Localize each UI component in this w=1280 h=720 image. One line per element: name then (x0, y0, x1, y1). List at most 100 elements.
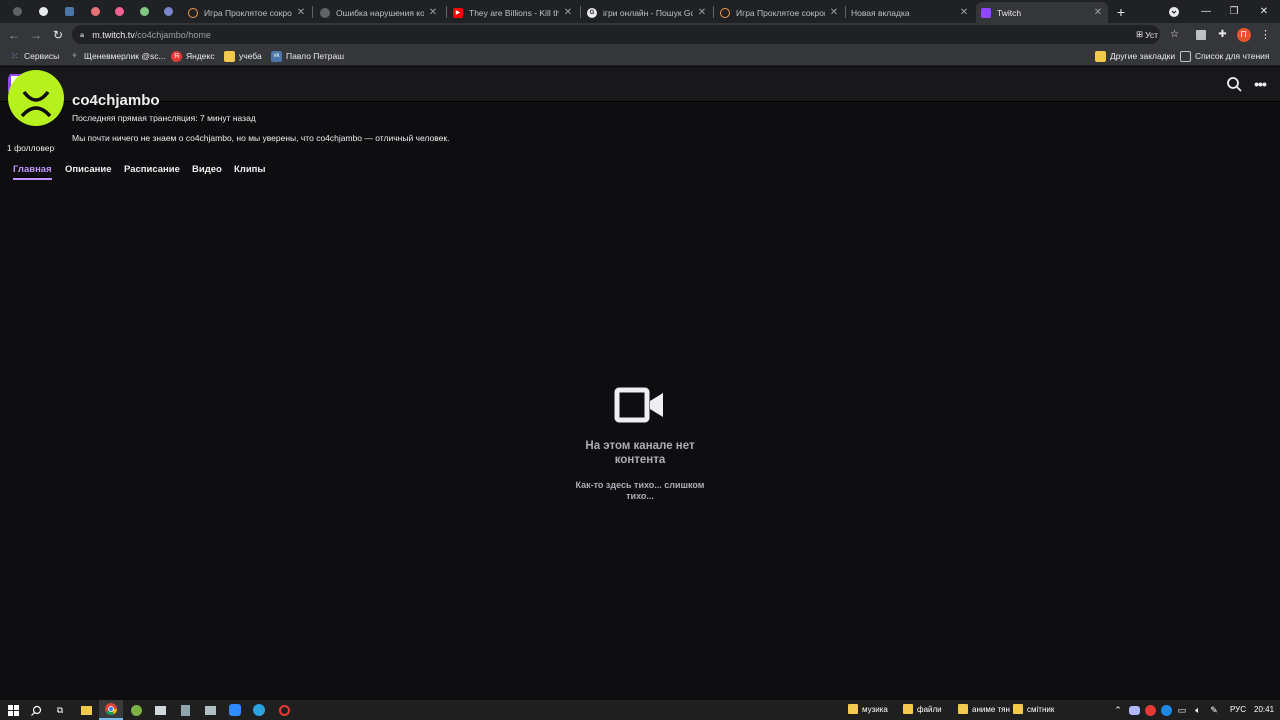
maximize-button[interactable]: ❐ (1218, 0, 1250, 23)
pinned-tab[interactable] (133, 3, 155, 20)
avatar[interactable] (8, 70, 64, 126)
install-app-button[interactable]: ⊞ Уст (1134, 26, 1160, 43)
more-menu-icon[interactable]: ••• (1252, 76, 1268, 92)
speaker-icon: 🔈︎ (1195, 704, 1201, 715)
taskbar-app[interactable] (129, 703, 143, 717)
bookmark-folder-other[interactable]: Другие закладки (1095, 49, 1175, 63)
browser-tab[interactable]: ▶ They are Billions - Kill the ✕ (448, 2, 578, 23)
close-tab-icon[interactable]: ✕ (296, 7, 306, 18)
bookmark-item[interactable]: ⚘ Щеневмерлик @sc... (69, 49, 165, 63)
bookmark-star-button[interactable]: ☆ (1166, 26, 1183, 43)
taskbar-app[interactable] (178, 703, 192, 717)
folder-icon (958, 704, 968, 714)
task-view-button[interactable]: ⧉ (53, 703, 67, 717)
pinned-tab[interactable] (58, 3, 80, 20)
taskbar-app[interactable] (203, 703, 217, 717)
search-icon[interactable] (1226, 76, 1242, 92)
extension-button[interactable] (1192, 26, 1209, 43)
folder-label: аниме тян (972, 704, 1010, 714)
close-tab-icon[interactable]: ✕ (1093, 7, 1103, 18)
back-button[interactable]: ← (4, 25, 24, 44)
tab-videos[interactable]: Видео (192, 164, 222, 175)
close-tab-icon[interactable]: ✕ (563, 7, 573, 18)
tab-search-icon (1169, 6, 1179, 17)
browser-tab[interactable]: Игра Проклятое сокров ✕ (183, 2, 311, 23)
install-label: Уст (1145, 29, 1159, 40)
close-tab-icon[interactable]: ✕ (428, 7, 438, 18)
tray-overflow-button[interactable]: ⌃ (1111, 703, 1125, 717)
browser-tab-active[interactable]: Twitch ✕ (976, 2, 1108, 23)
pinned-favicon-icon (163, 7, 173, 16)
tray-volume[interactable]: 🔈︎ (1191, 703, 1205, 717)
tab-title: Игра Проклятое сокров (736, 7, 825, 18)
chrome-menu-button[interactable]: ⋮ (1257, 26, 1274, 43)
app-icon (154, 705, 166, 715)
taskbar-telegram[interactable] (252, 703, 266, 717)
bookmark-apps[interactable]: ⁙ Сервисы (9, 49, 60, 63)
folder-icon (80, 705, 92, 715)
extensions-menu-button[interactable]: ✚ (1214, 26, 1231, 43)
pinned-tab[interactable] (32, 3, 54, 20)
bookmarks-bar: ⁙ Сервисы ⚘ Щеневмерлик @sc... Я Яндекс … (0, 46, 1280, 66)
tray-pen[interactable]: ✎ (1207, 703, 1221, 717)
tab-schedule[interactable]: Расписание (124, 164, 180, 175)
search-icon (30, 705, 41, 716)
close-tab-icon[interactable]: ✕ (697, 7, 707, 18)
tray-network[interactable]: ▭ (1175, 703, 1189, 717)
taskbar-app[interactable] (153, 703, 167, 717)
new-tab-button[interactable]: + (1108, 0, 1134, 23)
bookmark-item[interactable]: Я Яндекс (171, 49, 215, 63)
input-language[interactable]: РУС (1230, 705, 1246, 714)
chevron-up-icon: ⌃ (1114, 704, 1122, 715)
channel-header: co4chjambo Последняя прямая трансляция: … (0, 70, 1280, 182)
browser-tab[interactable]: Новая вкладка ✕ (846, 2, 974, 23)
taskbar-folder[interactable]: аниме тян (958, 704, 1010, 714)
taskbar-app[interactable] (228, 703, 242, 717)
tab-search-button[interactable] (1158, 0, 1190, 23)
tray-app[interactable] (1143, 703, 1157, 717)
url-path: /co4chjambo/home (134, 29, 211, 40)
address-bar[interactable]: 🔒︎ m.twitch.tv/co4chjambo/home (72, 25, 1160, 44)
clock[interactable]: 20:41 (1254, 705, 1274, 714)
bookmark-folder[interactable]: учеба (224, 49, 262, 63)
bookmark-label: Список для чтения (1195, 51, 1270, 61)
profile-button[interactable]: П (1235, 26, 1252, 43)
tab-favicon-icon (188, 7, 198, 18)
tab-clips[interactable]: Клипы (234, 164, 266, 175)
pinned-tab[interactable] (108, 3, 130, 20)
bookmark-label: Павло Петраш (286, 51, 345, 61)
taskbar-explorer[interactable] (79, 703, 93, 717)
forward-button[interactable]: → (26, 25, 46, 44)
browser-tab[interactable]: Ошибка нарушения кон ✕ (315, 2, 443, 23)
bookmark-label: Другие закладки (1110, 51, 1176, 61)
tab-separator (580, 6, 581, 18)
tab-home[interactable]: Главная (13, 164, 52, 180)
taskbar-folder[interactable]: смітник (1013, 704, 1054, 714)
bookmark-item[interactable]: vk Павло Петраш (271, 49, 344, 63)
pinned-tab[interactable] (84, 3, 106, 20)
taskbar-chrome[interactable] (99, 700, 123, 720)
tray-app[interactable] (1159, 703, 1173, 717)
browser-tab[interactable]: G ігри онлайн - Пошук Go ✕ (582, 2, 712, 23)
close-tab-icon[interactable]: ✕ (829, 7, 839, 18)
reading-list-button[interactable]: Список для чтения (1180, 49, 1270, 63)
tab-favicon-icon (320, 7, 330, 18)
taskbar-folder[interactable]: файли (903, 704, 942, 714)
tab-about[interactable]: Описание (65, 164, 112, 175)
pinned-tab[interactable] (6, 3, 28, 20)
app-icon (130, 704, 142, 716)
taskbar-folder[interactable]: музика (848, 704, 888, 714)
pinned-tab[interactable] (157, 3, 179, 20)
reading-list-icon (1180, 50, 1191, 62)
reload-button[interactable]: ↻ (48, 25, 68, 44)
start-button[interactable] (6, 703, 20, 717)
star-icon: ☆ (1170, 29, 1179, 40)
tray-discord[interactable] (1127, 703, 1141, 717)
browser-tab[interactable]: Игра Проклятое сокров ✕ (715, 2, 844, 23)
app-icon (1160, 704, 1172, 716)
taskbar-app[interactable] (277, 703, 291, 717)
close-window-button[interactable]: ✕ (1248, 0, 1280, 23)
tab-title: ігри онлайн - Пошук Go (603, 7, 693, 18)
taskbar-search-button[interactable] (29, 703, 43, 717)
close-tab-icon[interactable]: ✕ (959, 7, 969, 18)
